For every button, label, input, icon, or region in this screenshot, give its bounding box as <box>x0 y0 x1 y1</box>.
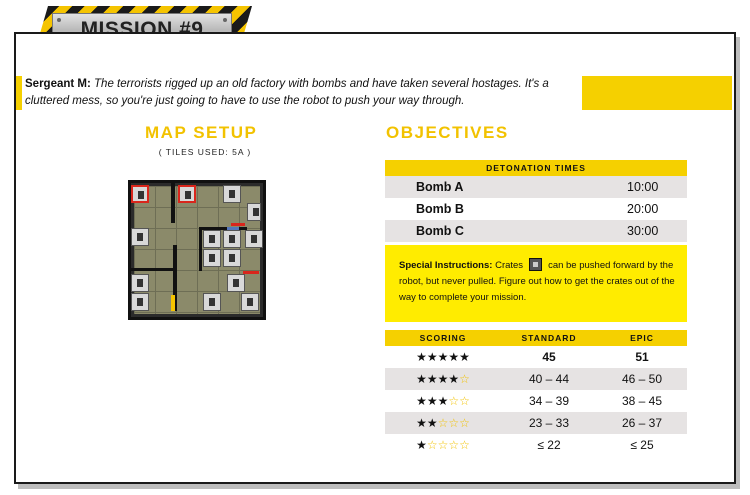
epic-score: 26 – 37 <box>597 412 687 434</box>
crate-tile <box>227 274 245 292</box>
star-rating: ★★★★☆ <box>385 368 501 390</box>
star-empty-icon: ☆ <box>448 394 460 408</box>
star-filled-icon: ★ <box>437 394 449 408</box>
star-filled-icon: ★ <box>448 372 460 386</box>
crate-tile <box>223 185 241 203</box>
intro-body: The terrorists rigged up an old factory … <box>25 78 549 107</box>
crate-tile <box>247 203 261 221</box>
hazard-door <box>243 271 259 274</box>
star-rating: ★★★☆☆ <box>385 390 501 412</box>
standard-score: 45 <box>501 346 597 368</box>
hostage-tile <box>131 185 149 203</box>
map-tile-image <box>128 180 266 320</box>
crate-icon <box>529 257 543 271</box>
crate-tile <box>223 249 241 267</box>
epic-header: EPIC <box>597 330 687 346</box>
epic-score: 46 – 50 <box>597 368 687 390</box>
star-empty-icon: ☆ <box>459 416 470 430</box>
intro-text: Sergeant M: The terrorists rigged up an … <box>25 76 575 112</box>
crate-tile <box>245 230 263 248</box>
map-wall <box>199 227 247 230</box>
star-filled-icon: ★ <box>426 416 438 430</box>
speaker-name: Sergeant M: <box>25 78 91 90</box>
detonation-table: DETONATION TIMES Bomb A 10:00 Bomb B 20:… <box>385 160 687 242</box>
star-empty-icon: ☆ <box>437 416 449 430</box>
crate-tile <box>203 230 221 248</box>
table-row: ★★★★☆ 40 – 44 46 – 50 <box>385 368 687 390</box>
table-row: ★★☆☆☆ 23 – 33 26 – 37 <box>385 412 687 434</box>
special-before: Crates <box>495 260 524 271</box>
star-filled-icon: ★ <box>416 438 427 452</box>
crate-tile <box>241 293 259 311</box>
detonation-header: DETONATION TIMES <box>385 160 687 176</box>
star-empty-icon: ☆ <box>459 372 470 386</box>
map-wall <box>171 183 175 223</box>
table-row: ★★★☆☆ 34 – 39 38 – 45 <box>385 390 687 412</box>
table-row: Bomb B 20:00 <box>385 198 687 220</box>
bomb-time: 10:00 <box>627 176 687 198</box>
special-label: Special Instructions: <box>399 260 493 271</box>
door-marker <box>171 295 175 311</box>
epic-score: 38 – 45 <box>597 390 687 412</box>
star-rating: ★★★★★ <box>385 346 501 368</box>
star-filled-icon: ★ <box>416 416 427 430</box>
star-filled-icon: ★ <box>448 350 460 364</box>
table-row: ★★★★★ 45 51 <box>385 346 687 368</box>
map-wall <box>199 227 202 271</box>
intro-accent-left <box>16 76 22 110</box>
map-setup-heading: MAP SETUP <box>145 123 258 142</box>
tiles-used: ( TILES USED: 5A ) <box>158 147 252 157</box>
star-rating: ★★☆☆☆ <box>385 412 501 434</box>
star-empty-icon: ☆ <box>448 416 460 430</box>
bomb-name: Bomb C <box>385 220 627 242</box>
table-row: Bomb A 10:00 <box>385 176 687 198</box>
crate-tile <box>223 230 241 248</box>
star-filled-icon: ★ <box>459 350 470 364</box>
star-filled-icon: ★ <box>426 372 438 386</box>
bomb-time: 30:00 <box>627 220 687 242</box>
map-wall <box>131 268 173 271</box>
door-marker <box>227 227 239 230</box>
star-filled-icon: ★ <box>437 372 449 386</box>
epic-score: ≤ 25 <box>597 434 687 456</box>
star-filled-icon: ★ <box>426 350 438 364</box>
star-rating: ★☆☆☆☆ <box>385 434 501 456</box>
epic-score: 51 <box>597 346 687 368</box>
standard-header: STANDARD <box>501 330 597 346</box>
crate-tile <box>131 274 149 292</box>
star-empty-icon: ☆ <box>426 438 438 452</box>
star-filled-icon: ★ <box>416 394 427 408</box>
star-empty-icon: ☆ <box>437 438 449 452</box>
standard-score: 40 – 44 <box>501 368 597 390</box>
intro-accent-right <box>582 76 732 110</box>
hostage-tile <box>178 185 196 203</box>
bomb-name: Bomb B <box>385 198 627 220</box>
objectives-heading: OBJECTIVES <box>386 123 509 142</box>
star-filled-icon: ★ <box>426 394 438 408</box>
special-instructions: Special Instructions: Crates can be pushe… <box>385 245 687 322</box>
star-empty-icon: ☆ <box>459 394 470 408</box>
star-filled-icon: ★ <box>437 350 449 364</box>
crate-tile <box>131 293 149 311</box>
star-empty-icon: ☆ <box>459 438 470 452</box>
crate-tile <box>203 249 221 267</box>
standard-score: 34 – 39 <box>501 390 597 412</box>
hazard-door <box>231 223 245 226</box>
scoring-header: SCORING <box>385 330 501 346</box>
star-filled-icon: ★ <box>416 372 427 386</box>
standard-score: ≤ 22 <box>501 434 597 456</box>
star-filled-icon: ★ <box>416 350 427 364</box>
bomb-name: Bomb A <box>385 176 627 198</box>
table-row: Bomb C 30:00 <box>385 220 687 242</box>
table-row: ★☆☆☆☆ ≤ 22 ≤ 25 <box>385 434 687 456</box>
star-empty-icon: ☆ <box>448 438 460 452</box>
scoring-table: SCORING STANDARD EPIC ★★★★★ 45 51 ★★★★☆ 40 –… <box>385 330 687 456</box>
crate-tile <box>203 293 221 311</box>
crate-tile <box>131 228 149 246</box>
bomb-time: 20:00 <box>627 198 687 220</box>
standard-score: 23 – 33 <box>501 412 597 434</box>
